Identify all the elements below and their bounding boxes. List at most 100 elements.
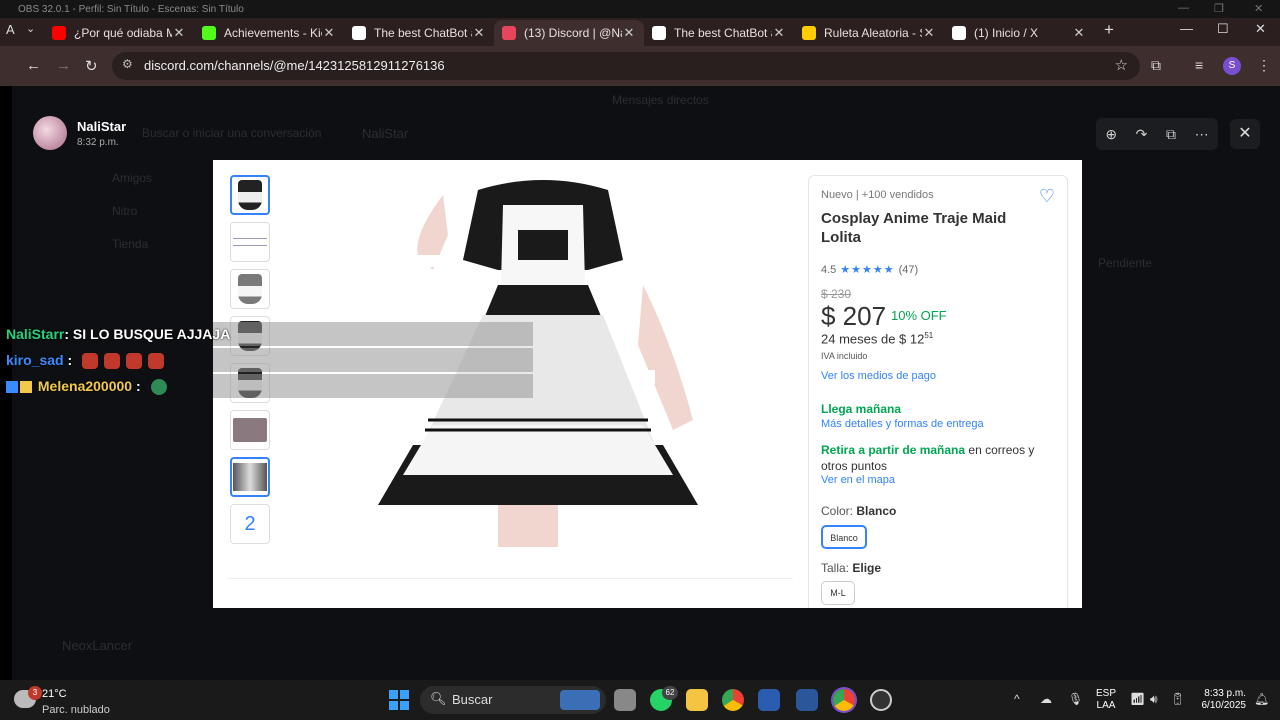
- installments: 24 meses de $ 1251: [821, 331, 933, 346]
- tab-group-icon[interactable]: A: [6, 22, 15, 37]
- map-link[interactable]: Ver en el mapa: [821, 474, 895, 486]
- viewer-tools: ⊕ ↷ ⧉ ⋯: [1096, 118, 1218, 150]
- iva-note: IVA incluido: [821, 351, 868, 361]
- media-icon[interactable]: ≡: [1195, 57, 1203, 73]
- tab-close-icon[interactable]: ✕: [622, 25, 636, 41]
- thumbnail[interactable]: [230, 410, 270, 450]
- file-explorer-view-icon[interactable]: [614, 689, 636, 711]
- bookmark-star-icon[interactable]: ☆: [1115, 56, 1128, 74]
- word-icon[interactable]: [796, 689, 818, 711]
- microphone-icon[interactable]: 🎙︎: [1068, 692, 1083, 706]
- delivery-link[interactable]: Más detalles y formas de entrega: [821, 418, 984, 430]
- bg-panel: Pendiente: [1098, 256, 1153, 270]
- reload-icon[interactable]: ↻: [85, 57, 98, 75]
- thumbnail[interactable]: [230, 175, 270, 215]
- minimize-icon[interactable]: —: [1178, 2, 1189, 14]
- color-option[interactable]: Blanco: [821, 525, 867, 549]
- browser-minimize-icon[interactable]: —: [1180, 21, 1193, 36]
- pickup-info: Retira a partir de mañana en correos y o…: [821, 442, 1061, 474]
- tab-close-icon[interactable]: ✕: [922, 25, 936, 41]
- tab-title: (1) Inicio / X: [974, 26, 1039, 40]
- devil-emote-icon: [104, 353, 121, 370]
- tab-title: The best ChatBot an: [374, 26, 472, 40]
- product-condition: Nuevo | +100 vendidos: [821, 189, 934, 201]
- browser-close-icon[interactable]: ✕: [1255, 21, 1266, 37]
- obs-icon[interactable]: [870, 689, 892, 711]
- store-icon[interactable]: [758, 689, 780, 711]
- tab-close-icon[interactable]: ✕: [772, 25, 786, 41]
- chat-user: kiro_sad: [6, 352, 64, 368]
- thumbnail[interactable]: [230, 269, 270, 309]
- profile-avatar[interactable]: S: [1223, 57, 1241, 75]
- browser-tab[interactable]: ¿Por qué odiaba Mi ✕: [44, 20, 194, 46]
- tab-bar: A ⌄ ¿Por qué odiaba Mi ✕ Achievements - Ki…: [0, 18, 1280, 46]
- browser-tab[interactable]: The best ChatBot an✕: [644, 20, 794, 46]
- favorite-heart-icon[interactable]: ♡: [1039, 186, 1055, 207]
- discount-badge: 10% OFF: [891, 308, 947, 323]
- browser-tab[interactable]: (1) Inicio / X ✕: [944, 20, 1094, 46]
- menu-icon[interactable]: ⋮: [1257, 57, 1271, 74]
- wifi-icon[interactable]: 📶︎: [1130, 692, 1145, 706]
- battery-icon[interactable]: 🔋︎: [1170, 692, 1185, 706]
- payment-link[interactable]: Ver los medios de pago: [821, 370, 936, 382]
- roulette-icon: [802, 26, 816, 40]
- clock[interactable]: 8:33 p.m. 6/10/2025: [1196, 688, 1247, 712]
- chat-text: : SI LO BUSQUE AJJAJA: [64, 326, 231, 342]
- windows-start-icon[interactable]: [389, 690, 409, 710]
- chrome-icon[interactable]: [722, 689, 744, 711]
- forward-share-icon[interactable]: ↷: [1136, 126, 1148, 143]
- obs-title: OBS 32.0.1 - Perfil: Sin Título - Escena…: [18, 4, 244, 15]
- chat-user: NaliStarr: [6, 326, 65, 342]
- viewer-username: NaliStar: [77, 119, 127, 134]
- browser-tab[interactable]: Achievements - Kick ✕: [194, 20, 344, 46]
- tab-title: Ruleta Aleatoria - Se: [824, 26, 922, 40]
- restore-icon[interactable]: ❐: [1214, 2, 1224, 15]
- browser-maximize-icon[interactable]: ☐: [1217, 21, 1229, 37]
- zoom-icon[interactable]: ⊕: [1105, 126, 1117, 143]
- new-tab-icon[interactable]: +: [1104, 20, 1114, 40]
- notifications-icon[interactable]: 🔔︎: [1254, 692, 1269, 706]
- divider: [228, 578, 793, 579]
- youtube-icon: [52, 26, 66, 40]
- tab-title: The best ChatBot an: [674, 26, 772, 40]
- thumbnail[interactable]: [230, 222, 270, 262]
- site-info-icon[interactable]: ⚙: [122, 57, 133, 71]
- tab-search-icon[interactable]: ⌄: [26, 22, 35, 35]
- tray-expand-icon[interactable]: ^: [1014, 692, 1020, 706]
- forward-icon[interactable]: →: [56, 57, 71, 74]
- volume-icon[interactable]: 🔊︎: [1150, 692, 1158, 707]
- taskbar-search[interactable]: 🔍︎ Buscar: [420, 686, 606, 714]
- chat-overlay-band: [213, 348, 533, 372]
- tab-close-icon[interactable]: ✕: [472, 25, 486, 41]
- tab-title: ¿Por qué odiaba Mi: [74, 26, 172, 40]
- product-info-card: Nuevo | +100 vendidos ♡ Cosplay Anime Tr…: [808, 175, 1068, 608]
- close-icon[interactable]: ✕: [1254, 2, 1263, 15]
- lang-code: ESP: [1096, 688, 1117, 699]
- address-bar[interactable]: ⚙ discord.com/channels/@me/1423125812911…: [112, 52, 1140, 80]
- open-external-icon[interactable]: ⧉: [1166, 126, 1176, 143]
- chat-overlay-band: [213, 322, 533, 346]
- size-option[interactable]: M-L: [821, 581, 855, 605]
- toolbar: ← → ↻ ⚙ discord.com/channels/@me/1423125…: [0, 46, 1280, 86]
- tab-close-icon[interactable]: ✕: [1072, 25, 1086, 41]
- tab-close-icon[interactable]: ✕: [322, 25, 336, 41]
- language-indicator[interactable]: ESP LAA: [1096, 688, 1116, 712]
- chrome-profile-icon[interactable]: [833, 689, 855, 711]
- tab-close-icon[interactable]: ✕: [172, 25, 186, 41]
- extensions-icon[interactable]: ⧉: [1151, 57, 1161, 74]
- thumbnail[interactable]: 2: [230, 504, 270, 544]
- onedrive-icon[interactable]: ☁: [1040, 692, 1052, 706]
- close-viewer-icon[interactable]: ✕: [1230, 119, 1260, 149]
- browser-tab[interactable]: (13) Discord | @Nal ✕: [494, 20, 644, 46]
- thumbnail[interactable]: [230, 457, 270, 497]
- folder-icon[interactable]: [686, 689, 708, 711]
- browser-tab[interactable]: The best ChatBot an✕: [344, 20, 494, 46]
- browser-tab[interactable]: Ruleta Aleatoria - Se✕: [794, 20, 944, 46]
- back-icon[interactable]: ←: [26, 57, 41, 74]
- bg-item-3: Tienda: [112, 237, 149, 251]
- obs-title-bar: OBS 32.0.1 - Perfil: Sin Título - Escena…: [0, 0, 1280, 18]
- more-icon[interactable]: ⋯: [1195, 126, 1209, 143]
- chat-overlay-band: [213, 374, 533, 398]
- color-label-text: Color:: [821, 504, 857, 518]
- color-label: Color: Blanco: [821, 504, 896, 518]
